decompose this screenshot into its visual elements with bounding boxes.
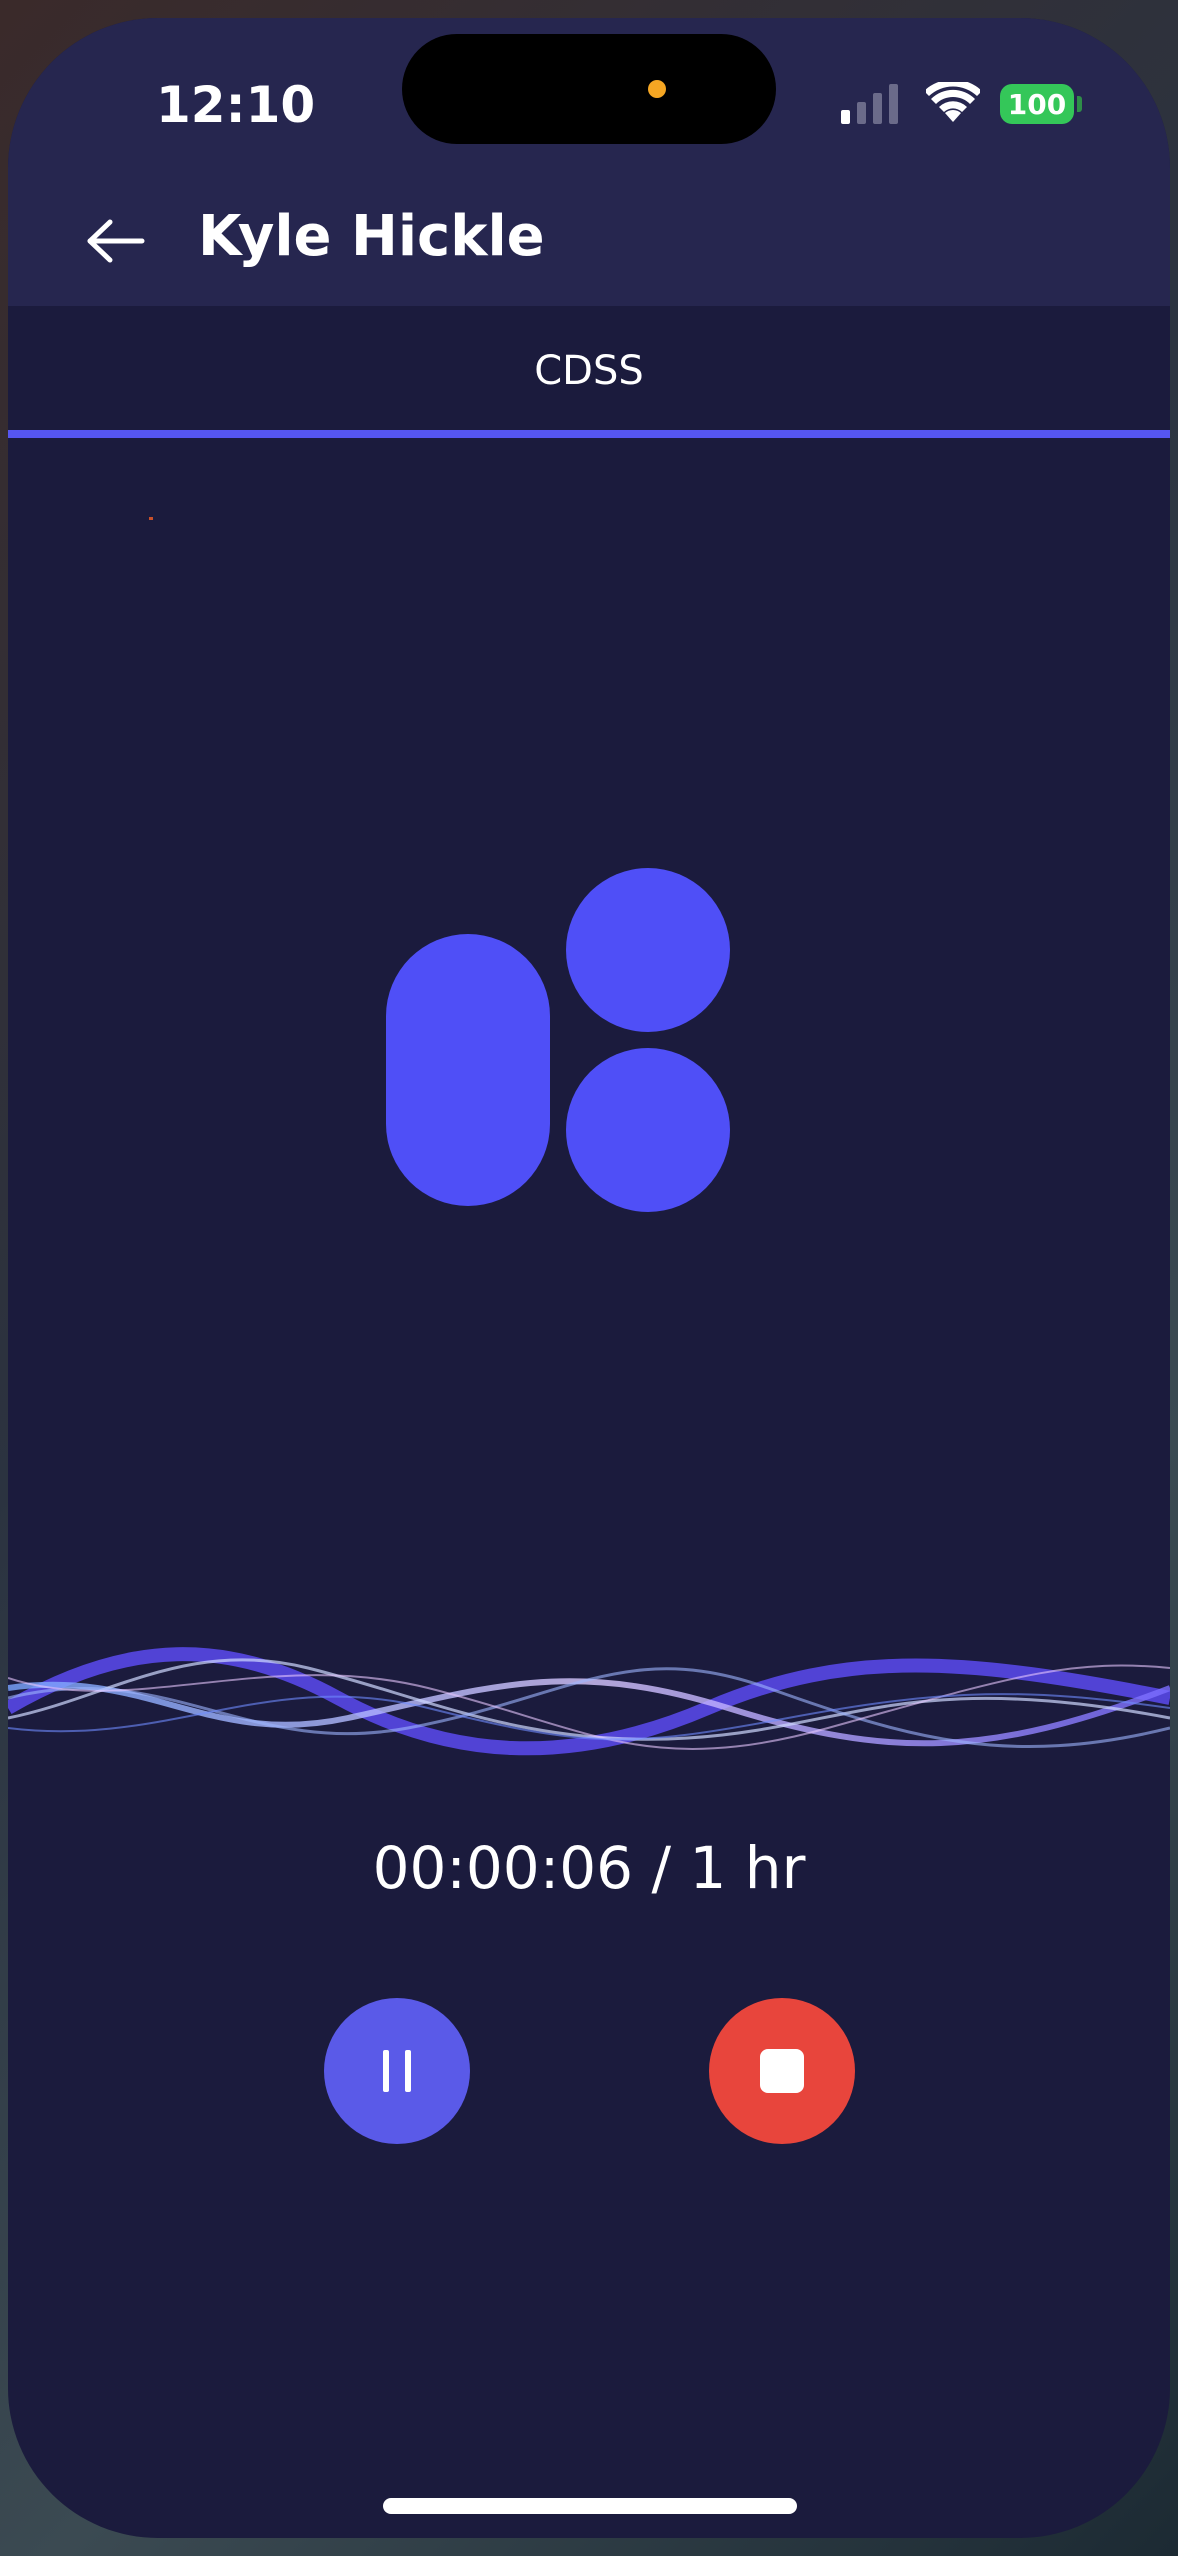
cellular-signal-icon — [841, 84, 898, 124]
stop-icon — [760, 2049, 804, 2093]
recording-timer: 00:00:06 / 1 hr — [372, 1834, 806, 1902]
battery-indicator: 100 — [1000, 84, 1074, 124]
status-time: 12:10 — [156, 76, 316, 134]
top-app-bar: 12:10 100 Kyle Hickle — [8, 18, 1170, 307]
dynamic-island — [402, 34, 776, 144]
pause-icon — [383, 2050, 411, 2092]
phone-screen: 12:10 100 Kyle Hickle CDSS 00:00:06 / 1 … — [8, 18, 1170, 2538]
arrow-left-icon — [87, 219, 145, 263]
stop-button[interactable] — [709, 1998, 855, 2144]
tab-cdss[interactable]: CDSS — [8, 348, 1170, 394]
page-title: Kyle Hickle — [198, 204, 545, 269]
privacy-indicator-dot — [648, 80, 666, 98]
tab-bar: CDSS — [8, 306, 1170, 438]
home-indicator[interactable] — [383, 2498, 797, 2514]
status-icons: 100 — [841, 82, 1091, 124]
battery-tip — [1077, 96, 1082, 112]
decorative-dot — [149, 517, 153, 520]
wifi-icon — [926, 82, 980, 122]
pause-button[interactable] — [324, 1998, 470, 2144]
app-logo — [386, 868, 730, 1212]
back-button[interactable] — [86, 218, 146, 264]
audio-waveform — [8, 1647, 1170, 1756]
